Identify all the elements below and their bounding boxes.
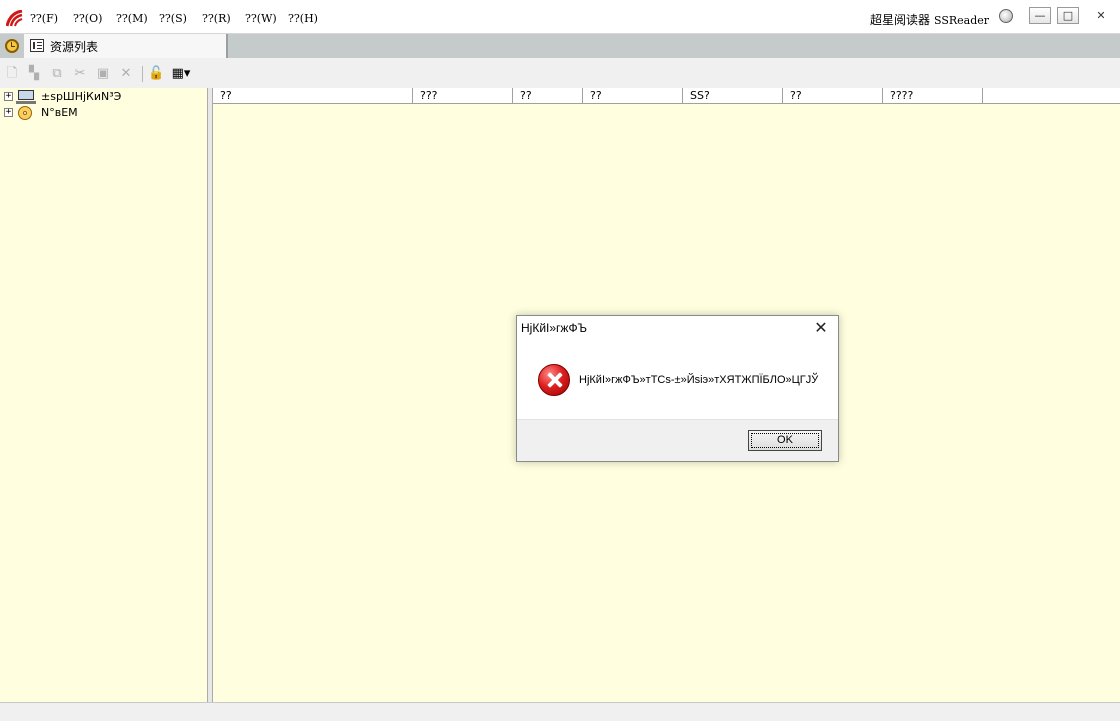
dialog-message: НјКйІ»гжФЪ»тТСs-±»Йѕіэ»тХЯТЖПЇБЛО»ЦГЈЎ [579, 374, 819, 386]
history-icon[interactable] [5, 39, 19, 53]
table-icon[interactable]: ▦▾ [171, 66, 191, 82]
column-header[interactable]: ?? [213, 88, 413, 103]
brand-chinese: 超星阅读器 [870, 13, 931, 27]
column-header[interactable]: ???? [883, 88, 983, 103]
lock-icon[interactable]: 🔓 [148, 66, 164, 82]
menu-help[interactable]: ??(H) [288, 12, 318, 25]
menu-s[interactable]: ??(S) [159, 12, 187, 25]
expand-toggle[interactable]: + [4, 92, 13, 101]
tab-strip: 资源列表 [0, 34, 1120, 58]
minimize-button[interactable]: — [1029, 7, 1051, 24]
status-bar [0, 702, 1120, 721]
copy-icon[interactable]: ⧉ [49, 66, 65, 82]
window-close-button[interactable]: ✕ [1090, 7, 1112, 24]
menu-file[interactable]: ??(F) [30, 12, 58, 25]
computer-icon [16, 90, 36, 104]
toolbar-separator [142, 66, 143, 82]
cd-icon [18, 106, 32, 120]
column-header[interactable]: ?? [583, 88, 683, 103]
new-folder-icon[interactable]: ▚ [26, 66, 42, 82]
tab-resource-list[interactable]: 资源列表 [24, 34, 228, 58]
column-header[interactable]: SS? [683, 88, 783, 103]
tree-node-label: ±spШНјКиN³Э [41, 90, 122, 103]
error-dialog: НјКйІ»гжФЪ ✕ НјКйІ»гжФЪ»тТСs-±»Йѕіэ»тХЯТ… [516, 315, 839, 462]
error-icon [538, 364, 570, 396]
column-header[interactable]: ?? [513, 88, 583, 103]
tab-label: 资源列表 [50, 40, 99, 54]
expand-toggle[interactable]: + [4, 108, 13, 117]
menu-bar: ??(F) ??(O) ??(M) ??(S) ??(R) ??(W) ??(H… [0, 0, 1120, 34]
delete-icon[interactable]: ✕ [118, 66, 134, 82]
app-brand: 超星阅读器 SSReader [870, 11, 989, 28]
dialog-close-button[interactable]: ✕ [810, 319, 832, 339]
dialog-footer: OK [517, 419, 838, 461]
brand-english: SSReader [934, 14, 990, 27]
menu-operations[interactable]: ??(O) [73, 12, 102, 25]
column-header[interactable]: ??? [413, 88, 513, 103]
list-header: ?? ??? ?? ?? SS? ?? ???? [213, 88, 1120, 104]
paste-icon[interactable]: ▣ [95, 66, 111, 82]
ok-button[interactable]: OK [748, 430, 822, 451]
ssreader-logo-icon [6, 10, 23, 27]
dialog-title: НјКйІ»гжФЪ [521, 321, 588, 335]
globe-icon[interactable] [999, 9, 1013, 23]
menu-m[interactable]: ??(M) [116, 12, 148, 25]
list-icon [30, 39, 44, 52]
tree-node-label: N°вЕМ [41, 106, 78, 119]
resource-tree: + ±spШНјКиN³Э + N°вЕМ [0, 88, 208, 702]
new-icon[interactable]: 🗋 [4, 66, 20, 82]
menu-r[interactable]: ??(R) [202, 12, 231, 25]
cut-icon[interactable]: ✂ [72, 66, 88, 82]
toolbar: 🗋 ▚ ⧉ ✂ ▣ ✕ 🔓 ▦▾ [0, 58, 1120, 88]
restore-button[interactable]: □ [1057, 7, 1079, 24]
menu-window[interactable]: ??(W) [245, 12, 277, 25]
column-header[interactable]: ?? [783, 88, 883, 103]
